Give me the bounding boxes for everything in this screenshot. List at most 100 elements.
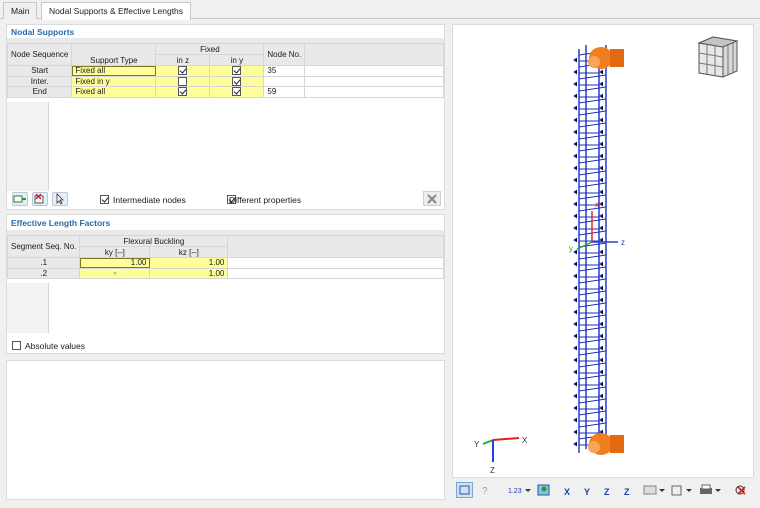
- kz-cell[interactable]: 1.00: [149, 257, 229, 269]
- lattice-tie: [578, 194, 607, 200]
- svg-text:Y: Y: [584, 487, 590, 497]
- segment-cell: .1: [6, 257, 81, 269]
- kz-cell[interactable]: 1.00: [149, 267, 229, 279]
- fixed-y-checkbox[interactable]: [232, 66, 242, 76]
- effective-length-title: Effective Length Factors: [11, 218, 111, 228]
- clear-button[interactable]: [423, 191, 441, 206]
- display-icon[interactable]: [641, 482, 665, 498]
- local-axis-icon: x z y: [569, 200, 625, 253]
- svg-text:X: X: [564, 487, 570, 497]
- view-y-icon[interactable]: Y: [580, 482, 596, 498]
- view-z-icon[interactable]: Z: [600, 482, 616, 498]
- table-row: End Fixed all 59: [6, 86, 444, 98]
- lattice-tie: [578, 122, 607, 128]
- nodal-supports-panel: Nodal Supports Node Sequence Support Typ…: [6, 24, 445, 210]
- svg-text:1.23: 1.23: [508, 488, 522, 495]
- svg-text:Z: Z: [624, 487, 630, 497]
- lattice-tie: [578, 386, 607, 392]
- render-icon[interactable]: [535, 482, 551, 498]
- lattice-tie: [578, 278, 607, 284]
- header-support-type: Support Type: [71, 43, 157, 66]
- numbering-icon[interactable]: 1.23: [506, 482, 531, 498]
- lattice-tie: [578, 74, 607, 80]
- fixed-y-checkbox[interactable]: [232, 76, 242, 86]
- info-panel: [6, 360, 445, 500]
- tab-bar: Main Nodal Supports & Effective Lengths: [0, 0, 760, 20]
- fixed-z-checkbox[interactable]: [178, 87, 188, 97]
- ky-cell[interactable]: ▾: [79, 267, 151, 279]
- header-in-y: in y: [209, 54, 265, 66]
- lattice-tie: [578, 326, 607, 332]
- select-icon[interactable]: [456, 482, 473, 498]
- lattice-tie: [578, 146, 607, 152]
- lattice-tie: [578, 290, 607, 296]
- 3d-view[interactable]: x z y X Y Z: [452, 24, 754, 478]
- table-row: Inter. Fixed in y: [6, 75, 444, 87]
- lattice-tie: [578, 134, 607, 140]
- print-icon[interactable]: [697, 482, 721, 498]
- nodal-supports-table: Node Sequence Support Type Fixed Node No…: [6, 43, 444, 98]
- delete-row-icon[interactable]: [32, 192, 48, 206]
- effective-length-table: Segment Seq. No. Flexural Buckling ky [-…: [6, 235, 444, 279]
- support-type-cell[interactable]: Fixed in y: [71, 75, 157, 87]
- svg-text:y: y: [569, 244, 573, 253]
- effective-length-panel: Effective Length Factors Segment Seq. No…: [6, 214, 445, 354]
- fixed-z-checkbox[interactable]: [178, 76, 188, 86]
- nodal-supports-title: Nodal Supports: [11, 27, 75, 37]
- ky-cell[interactable]: 1.00: [79, 257, 151, 269]
- header-node-no: Node No.: [263, 43, 306, 66]
- lattice-tie: [578, 86, 607, 92]
- lattice-tie: [578, 398, 607, 404]
- lattice-tie: [578, 98, 607, 104]
- tab-nodal-supports[interactable]: Nodal Supports & Effective Lengths: [41, 2, 192, 20]
- view-cube-icon: [697, 36, 739, 78]
- info-icon[interactable]: ?: [477, 482, 493, 498]
- segment-cell: .2: [6, 267, 81, 279]
- view-x-icon[interactable]: X: [560, 482, 576, 498]
- absolute-values-checkbox[interactable]: [12, 341, 21, 351]
- tab-main[interactable]: Main: [3, 2, 38, 19]
- header-flexural-buckling: Flexural Buckling: [79, 235, 229, 247]
- svg-text:z: z: [621, 238, 625, 247]
- lattice-tie: [578, 374, 607, 380]
- table-row: .1 1.00 1.00: [6, 257, 444, 269]
- lattice-tie: [578, 350, 607, 356]
- support-type-cell[interactable]: Fixed all: [71, 86, 157, 98]
- header-kz: kz [--]: [149, 246, 229, 258]
- pick-node-icon[interactable]: [52, 192, 68, 206]
- lattice-tie: [578, 158, 607, 164]
- row-seq: End: [6, 86, 73, 98]
- svg-text:x: x: [595, 200, 599, 209]
- node-no-cell[interactable]: 35: [263, 65, 306, 77]
- header-fixed: Fixed: [155, 43, 265, 55]
- lattice-tie: [578, 206, 607, 212]
- node-no-cell[interactable]: [263, 75, 306, 87]
- row-seq: Start: [6, 65, 73, 77]
- support-bottom-icon: [588, 433, 624, 455]
- global-axis-icon: X Y Z: [474, 436, 528, 475]
- node-no-cell[interactable]: 59: [263, 86, 306, 98]
- support-type-cell[interactable]: Fixed all: [71, 65, 157, 77]
- header-node-sequence: Node Sequence: [6, 43, 73, 66]
- fixed-y-checkbox[interactable]: [232, 87, 242, 97]
- intermediate-nodes-checkbox[interactable]: [100, 195, 109, 205]
- view-toolbar: ? 1.23 X Y Z Z: [452, 479, 754, 501]
- support-top-icon: [588, 47, 624, 69]
- different-properties-label: Different properties: [229, 195, 302, 205]
- svg-text:?: ?: [482, 486, 488, 497]
- intermediate-nodes-label: Intermediate nodes: [113, 195, 186, 205]
- view-iso-icon[interactable]: Z: [620, 482, 636, 498]
- reset-icon[interactable]: [732, 482, 748, 498]
- row-seq: Inter.: [6, 75, 73, 87]
- lattice-tie: [578, 302, 607, 308]
- header-ky: ky [--]: [79, 246, 151, 258]
- cube-icon[interactable]: [668, 482, 692, 498]
- fixed-z-checkbox[interactable]: [178, 66, 188, 76]
- table-row: Start Fixed all 35: [6, 65, 444, 77]
- insert-row-icon[interactable]: [12, 192, 28, 206]
- svg-text:Z: Z: [604, 487, 610, 497]
- lattice-tie: [578, 410, 607, 416]
- lattice-tie: [578, 422, 607, 428]
- svg-text:Y: Y: [474, 440, 480, 449]
- absolute-values-label: Absolute values: [25, 341, 86, 351]
